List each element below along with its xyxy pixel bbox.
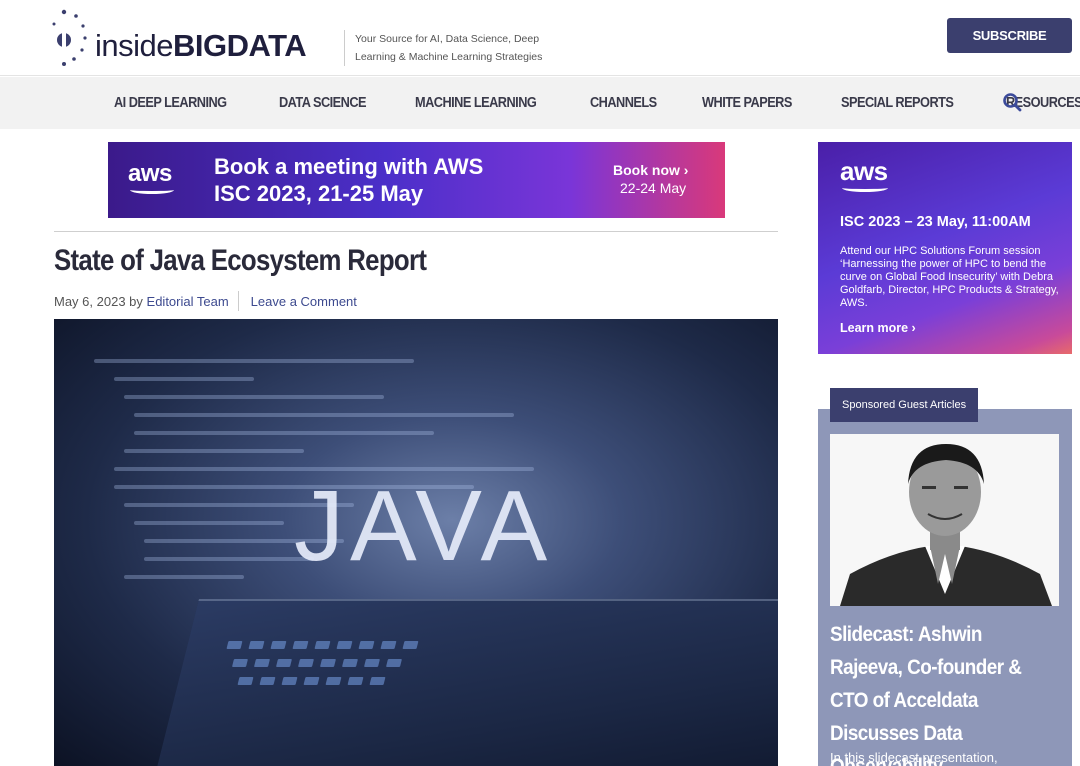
hero-java-text: JAVA — [294, 470, 554, 582]
learn-more-link[interactable]: Learn more › — [840, 321, 916, 335]
nav-item-special-reports[interactable]: SPECIAL REPORTS — [841, 95, 954, 111]
code-line — [134, 431, 434, 435]
key — [237, 677, 254, 685]
author-link[interactable]: Editorial Team — [147, 294, 229, 309]
key — [270, 641, 287, 649]
key — [363, 659, 380, 667]
nav-item-machine-learning[interactable]: MACHINE LEARNING — [415, 95, 537, 111]
code-line — [134, 521, 284, 525]
author-photo[interactable] — [830, 434, 1059, 606]
subscribe-button[interactable]: SUBSCRIBE — [947, 18, 1072, 53]
key — [248, 641, 265, 649]
article-date: May 6, 2023 — [54, 293, 126, 309]
code-line — [124, 395, 384, 399]
nav-item-channels[interactable]: CHANNELS — [590, 95, 657, 111]
sponsored-headline-link[interactable]: Slidecast: Ashwin Rajeeva, Co-founder & … — [830, 618, 1046, 766]
article-meta: May 6, 2023 by Editorial Team Leave a Co… — [54, 291, 357, 311]
sponsored-tab-label: Sponsored Guest Articles — [830, 388, 979, 422]
key — [336, 641, 353, 649]
logo-bold: BIGDATA — [173, 28, 307, 63]
key — [402, 641, 419, 649]
nav-item-white-papers[interactable]: WHITE PAPERS — [702, 95, 792, 111]
laptop-keyboard-graphic — [149, 599, 778, 766]
key — [231, 659, 248, 667]
key — [380, 641, 397, 649]
nav-item-ai-deep-learning[interactable]: AI DEEP LEARNING — [114, 95, 227, 111]
key — [314, 641, 331, 649]
code-line — [114, 377, 254, 381]
site-header: insideBIGDATA Your Source for AI, Data S… — [0, 0, 1080, 76]
byline-by: by — [129, 293, 143, 309]
aws-banner-ad[interactable]: aws Book a meeting with AWS ISC 2023, 21… — [108, 142, 725, 218]
search-icon[interactable] — [1002, 92, 1022, 112]
key — [347, 677, 364, 685]
logo-prefix: inside — [95, 28, 174, 63]
key — [358, 641, 375, 649]
key — [303, 677, 320, 685]
nav-item-data-science[interactable]: DATA SCIENCE — [279, 95, 367, 111]
key — [385, 659, 402, 667]
article-hero-image: JAVA — [54, 319, 778, 766]
sponsored-excerpt: In this slidecast presentation, — [830, 750, 998, 765]
key — [341, 659, 358, 667]
content-divider — [54, 231, 778, 232]
code-line — [124, 449, 304, 453]
logo-wordmark[interactable]: insideBIGDATA — [95, 28, 307, 64]
article-title[interactable]: State of Java Ecosystem Report — [54, 244, 427, 278]
key — [281, 677, 298, 685]
banner-headline: Book a meeting with AWS — [214, 154, 484, 179]
aws-sidebar-ad[interactable]: aws ISC 2023 – 23 May, 11:00AM Attend ou… — [818, 142, 1072, 354]
key — [275, 659, 292, 667]
key — [325, 677, 342, 685]
key — [259, 677, 276, 685]
aws-logo: aws — [128, 160, 172, 187]
aws-smile-icon — [842, 184, 888, 192]
banner-subheadline: ISC 2023, 21-25 May — [214, 181, 424, 206]
aws-smile-icon — [130, 186, 174, 194]
code-line — [134, 413, 514, 417]
key — [297, 659, 314, 667]
nav-menu: AI DEEP LEARNING DATA SCIENCE MACHINE LE… — [114, 77, 1080, 129]
key — [226, 641, 243, 649]
key — [253, 659, 270, 667]
banner-book-now-link[interactable]: Book now › — [613, 162, 688, 178]
code-line — [124, 575, 244, 579]
code-line — [144, 557, 314, 561]
meta-separator — [237, 291, 239, 311]
sidebar-ad-body: Attend our HPC Solutions Forum session ‘… — [840, 245, 1059, 309]
key — [292, 641, 309, 649]
leave-comment-link[interactable]: Leave a Comment — [251, 294, 357, 309]
aws-logo: aws — [840, 156, 888, 186]
sidebar-ad-title: ISC 2023 – 23 May, 11:00AM — [840, 214, 1031, 230]
code-line — [94, 359, 414, 363]
site-tagline: Your Source for AI, Data Science, Deep L… — [344, 30, 564, 66]
key — [369, 677, 386, 685]
banner-dates: 22-24 May — [620, 180, 687, 196]
main-navigation: AI DEEP LEARNING DATA SCIENCE MACHINE LE… — [0, 77, 1080, 129]
key — [319, 659, 336, 667]
